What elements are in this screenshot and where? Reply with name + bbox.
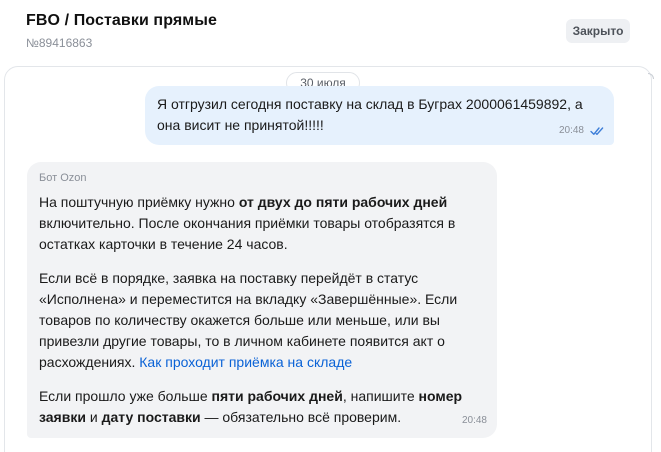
message-sender: Бот Ozon	[39, 172, 87, 184]
outgoing-message-text: Я отгрузил сегодня поставку на склад в Б…	[157, 96, 583, 133]
double-check-icon	[590, 126, 604, 135]
paragraph-bold-text: дату поставки	[101, 409, 201, 425]
paragraph-bold-text: пяти рабочих дней	[211, 388, 343, 404]
outgoing-message-time: 20:48	[558, 125, 584, 136]
reception-info-link[interactable]: Как проходит приёмка на складе	[139, 354, 352, 370]
outgoing-message: Я отгрузил сегодня поставку на склад в Б…	[145, 86, 614, 145]
outgoing-message-meta: 20:48	[559, 125, 604, 136]
incoming-message-meta: 20:48	[462, 410, 487, 428]
paragraph-text: включительно. После окончания приёмки то…	[39, 215, 456, 252]
scroll-corner-icon	[648, 73, 654, 79]
paragraph-text: Если прошло уже больше	[39, 388, 212, 404]
paragraph-text: — обязательно всё проверим.	[200, 409, 402, 425]
status-badge: Закрыто	[566, 19, 630, 43]
incoming-message-time: 20:48	[461, 415, 487, 426]
paragraph-text: На поштучную приёмку нужно	[39, 194, 239, 210]
message-paragraph-3: Если прошло уже больше пяти рабочих дней…	[39, 386, 485, 428]
message-paragraph-2: Если всё в порядке, заявка на поставку п…	[39, 268, 485, 373]
chat-header: FBO / Поставки прямые №89416863	[26, 12, 217, 50]
incoming-message: Бот Ozon На поштучную приёмку нужно от д…	[27, 162, 497, 438]
paragraph-text: , напишите	[342, 388, 419, 404]
ticket-number: №89416863	[26, 36, 93, 50]
page-title: FBO / Поставки прямые	[26, 12, 217, 29]
paragraph-text: и	[85, 409, 102, 425]
message-paragraph-1: На поштучную приёмку нужно от двух до пя…	[39, 192, 485, 255]
paragraph-bold-text: от двух до пяти рабочих дней	[238, 194, 448, 210]
